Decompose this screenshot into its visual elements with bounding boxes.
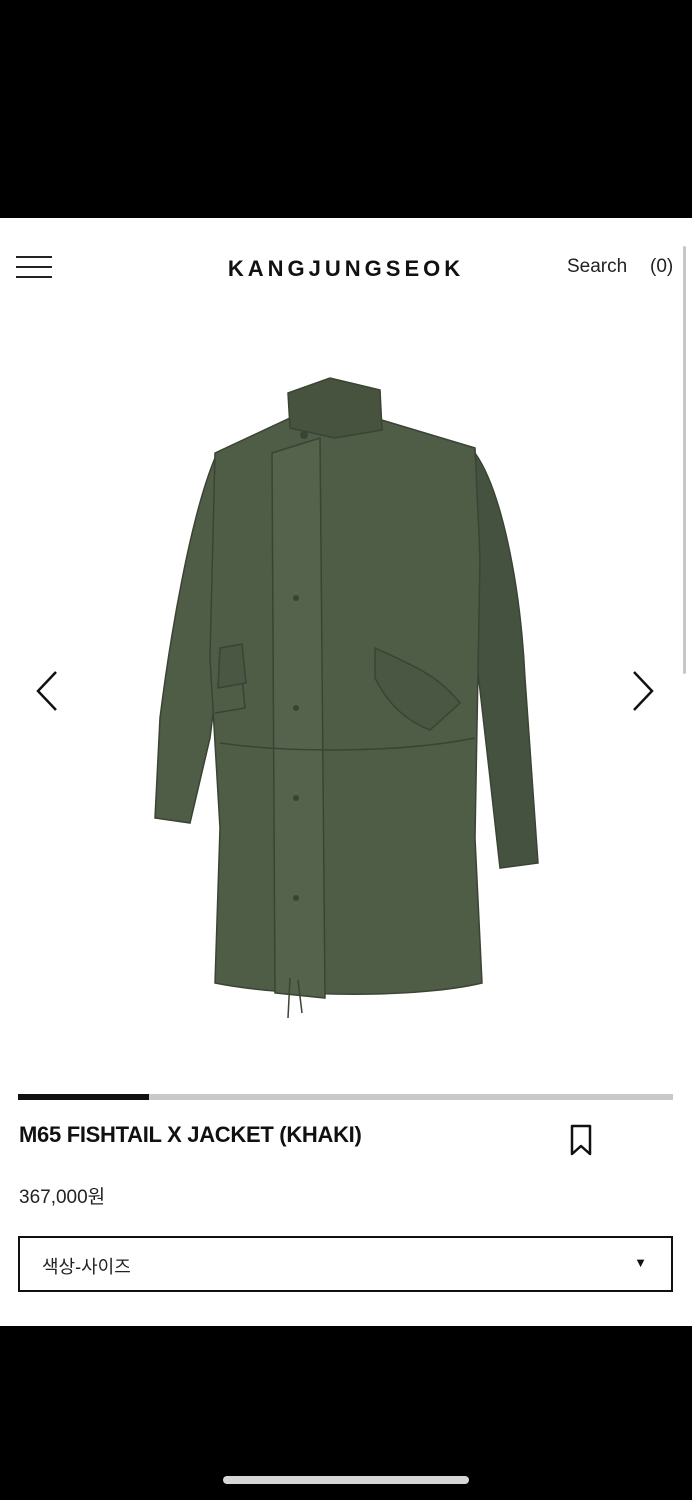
cart-count-link[interactable]: (0) <box>650 256 673 278</box>
bookmark-button[interactable] <box>566 1122 596 1158</box>
caret-down-icon: ▼ <box>634 1255 647 1270</box>
product-page: KANGJUNGSEOK Search (0) M65 FISHTAIL X J… <box>0 218 692 1326</box>
gallery-prev-arrow[interactable] <box>28 666 68 716</box>
gallery-progress-fill <box>18 1094 149 1100</box>
header: KANGJUNGSEOK Search (0) <box>0 218 692 318</box>
chevron-right-icon <box>633 671 654 711</box>
gallery-next-arrow[interactable] <box>624 666 664 716</box>
chevron-left-icon <box>36 671 57 711</box>
option-select-value: 색상-사이즈 <box>42 1257 131 1277</box>
home-indicator[interactable] <box>223 1476 469 1484</box>
search-link[interactable]: Search <box>567 256 627 278</box>
product-price: 367,000원 <box>19 1187 106 1208</box>
option-select[interactable]: 색상-사이즈 ▼ <box>18 1236 673 1292</box>
bookmark-icon <box>570 1124 592 1156</box>
product-title: M65 FISHTAIL X JACKET (KHAKI) <box>19 1122 362 1147</box>
product-image <box>154 377 539 1019</box>
gallery-progress-bar <box>18 1094 673 1100</box>
